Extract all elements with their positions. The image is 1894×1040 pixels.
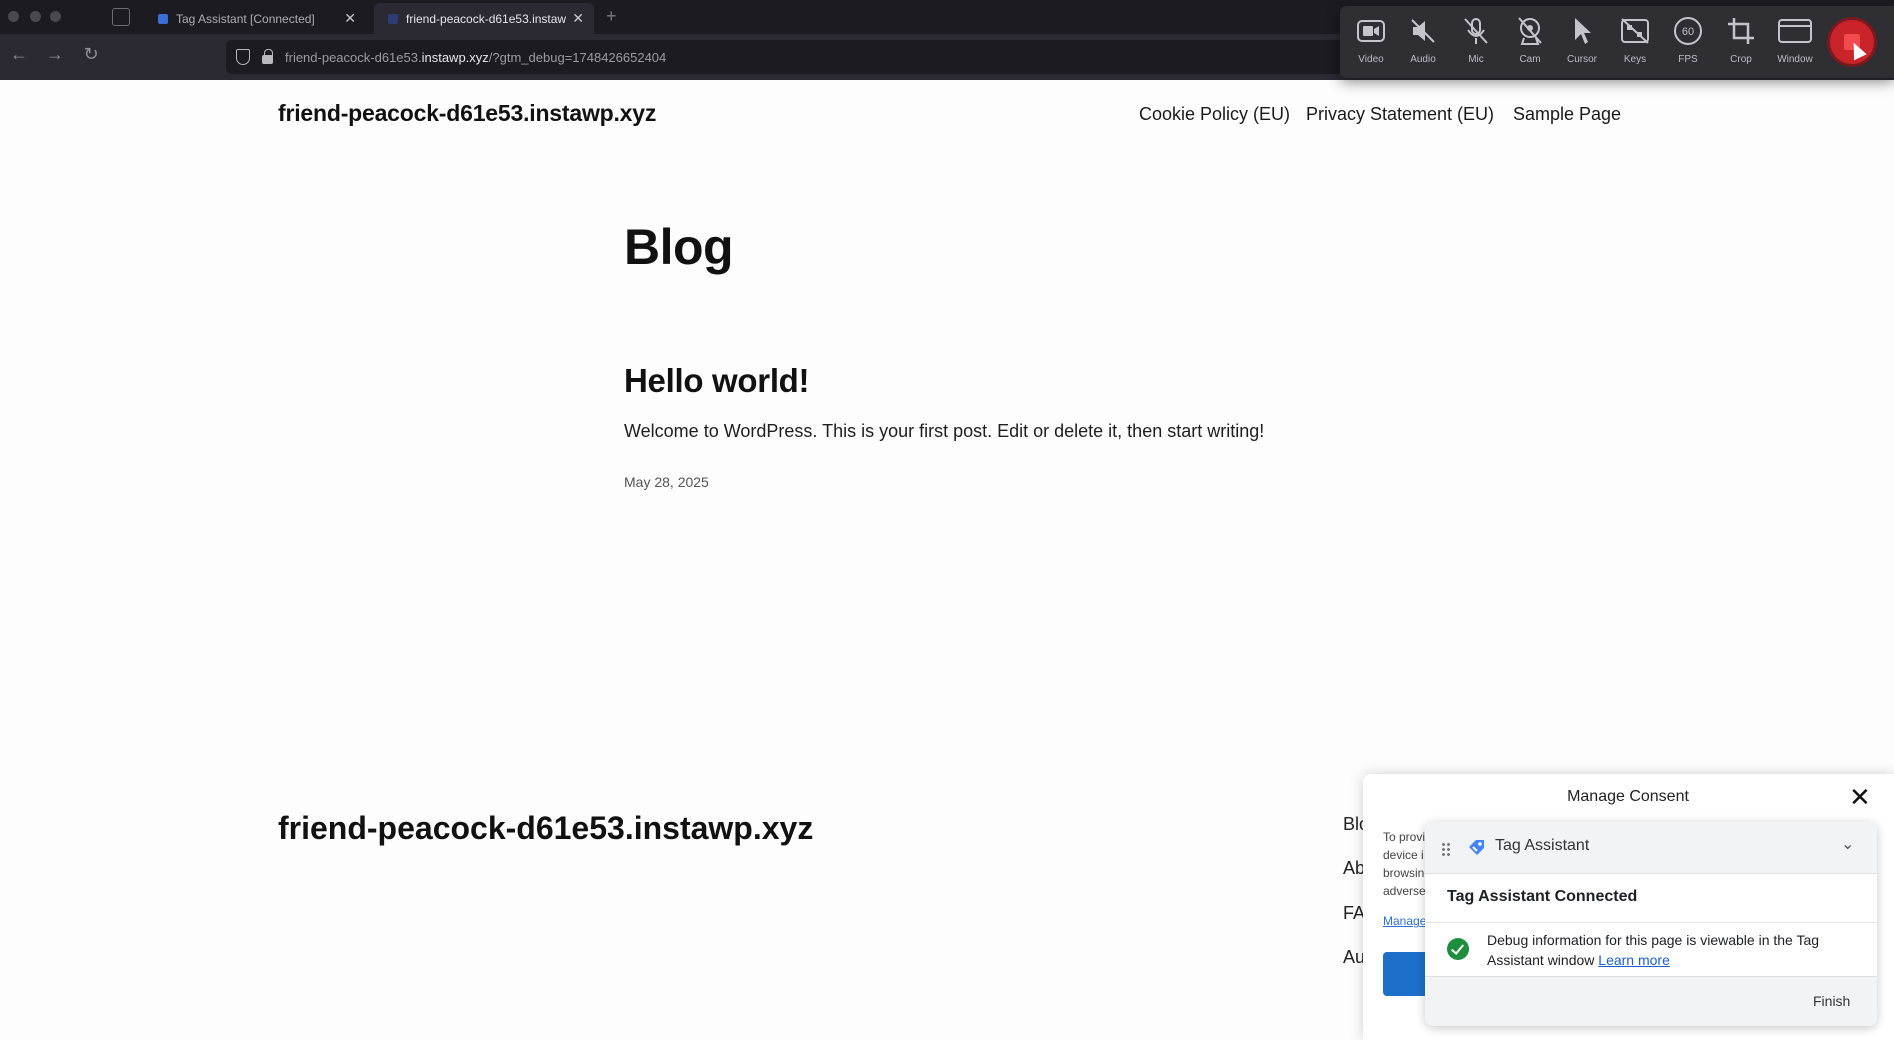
- recorder-keys-button[interactable]: Keys: [1612, 14, 1658, 65]
- connection-status: Tag Assistant Connected: [1447, 888, 1638, 905]
- cam-muted-icon: [1507, 14, 1553, 48]
- address-bar[interactable]: friend-peacock-d61e53.instawp.xyz/?gtm_d…: [226, 40, 1346, 74]
- close-icon[interactable]: ✕: [1849, 782, 1871, 813]
- tag-assistant-logo-icon: [1467, 838, 1487, 858]
- recorder-cursor-button[interactable]: Cursor: [1559, 14, 1605, 65]
- page-title: Blog: [624, 219, 734, 275]
- svg-text:60: 60: [1682, 26, 1694, 38]
- site-title[interactable]: friend-peacock-d61e53.instawp.xyz: [278, 100, 656, 127]
- recorder-cam-button[interactable]: Cam: [1507, 14, 1553, 65]
- site-favicon-icon: [388, 14, 398, 24]
- footer-link[interactable]: FA: [1343, 903, 1365, 924]
- mic-muted-icon: [1453, 14, 1499, 48]
- check-circle-icon: [1447, 938, 1469, 960]
- footer-link[interactable]: Ab: [1343, 858, 1365, 879]
- window-minimize-dot[interactable]: [30, 11, 41, 22]
- tag-assistant-badge: Tag Assistant ⌄ Tag Assistant Connected …: [1425, 822, 1877, 1026]
- tab-title: friend-peacock-d61e53.instawp.xyz: [406, 11, 567, 26]
- keys-muted-icon: [1612, 14, 1658, 48]
- post-title[interactable]: Hello world!: [624, 362, 810, 400]
- divider: [1425, 922, 1877, 923]
- screen-recorder-toolbar: Video Audio Mic Cam Cursor Keys 60 FPS C…: [1340, 6, 1894, 78]
- video-icon: [1348, 14, 1394, 48]
- tab-close-icon[interactable]: ✕: [572, 10, 584, 27]
- footer-site-title[interactable]: friend-peacock-d61e53.instawp.xyz: [278, 810, 813, 847]
- lock-icon[interactable]: [262, 49, 273, 64]
- crop-icon: [1718, 14, 1764, 48]
- recorder-mic-button[interactable]: Mic: [1453, 14, 1499, 65]
- tracking-shield-icon[interactable]: [236, 49, 250, 65]
- tag-assistant-favicon-icon: [158, 14, 168, 24]
- recorder-audio-button[interactable]: Audio: [1400, 14, 1446, 65]
- learn-more-link[interactable]: Learn more: [1598, 952, 1670, 968]
- nav-privacy-statement[interactable]: Privacy Statement (EU): [1306, 104, 1494, 125]
- nav-cookie-policy[interactable]: Cookie Policy (EU): [1139, 104, 1290, 125]
- reload-icon[interactable]: ↻: [80, 44, 102, 65]
- back-arrow-icon[interactable]: ←: [8, 44, 30, 65]
- cursor-icon: [1559, 14, 1605, 48]
- debug-message: Debug information for this page is viewa…: [1487, 932, 1820, 968]
- tab-close-icon[interactable]: ✕: [344, 10, 356, 27]
- post-excerpt: Welcome to WordPress. This is your first…: [624, 421, 1265, 441]
- tab-tag-assistant[interactable]: Tag Assistant [Connected] ✕: [144, 3, 366, 34]
- consent-title: Manage Consent: [1567, 788, 1689, 805]
- tag-assistant-header: Tag Assistant ⌄: [1425, 822, 1877, 874]
- tab-overview-icon[interactable]: [112, 8, 130, 26]
- tab-title: Tag Assistant [Connected]: [176, 11, 315, 26]
- tag-assistant-name: Tag Assistant: [1495, 837, 1590, 854]
- recorder-video-button[interactable]: Video: [1348, 14, 1394, 65]
- forward-arrow-icon[interactable]: →: [44, 44, 66, 65]
- recorder-crop-button[interactable]: Crop: [1718, 14, 1764, 65]
- window-zoom-dot[interactable]: [50, 11, 61, 22]
- new-tab-icon[interactable]: +: [606, 6, 617, 27]
- window-icon: [1772, 14, 1818, 48]
- collapse-chevron-icon[interactable]: ⌄: [1841, 834, 1854, 854]
- recorder-fps-button[interactable]: 60 FPS: [1665, 14, 1711, 65]
- audio-muted-icon: [1400, 14, 1446, 48]
- finish-button[interactable]: Finish: [1813, 993, 1850, 1009]
- tab-friend-peacock[interactable]: friend-peacock-d61e53.instawp.xyz ✕: [374, 3, 594, 34]
- recorder-window-button[interactable]: Window: [1772, 14, 1818, 65]
- drag-handle-icon[interactable]: [1441, 842, 1451, 856]
- post-date[interactable]: May 28, 2025: [624, 474, 709, 490]
- url-text[interactable]: friend-peacock-d61e53.instawp.xyz/?gtm_d…: [285, 50, 666, 65]
- fps-icon: 60: [1665, 14, 1711, 48]
- footer-link[interactable]: Au: [1343, 947, 1365, 968]
- window-close-dot[interactable]: [8, 11, 19, 22]
- tag-assistant-footer: Finish: [1425, 976, 1877, 1026]
- nav-sample-page[interactable]: Sample Page: [1513, 104, 1621, 125]
